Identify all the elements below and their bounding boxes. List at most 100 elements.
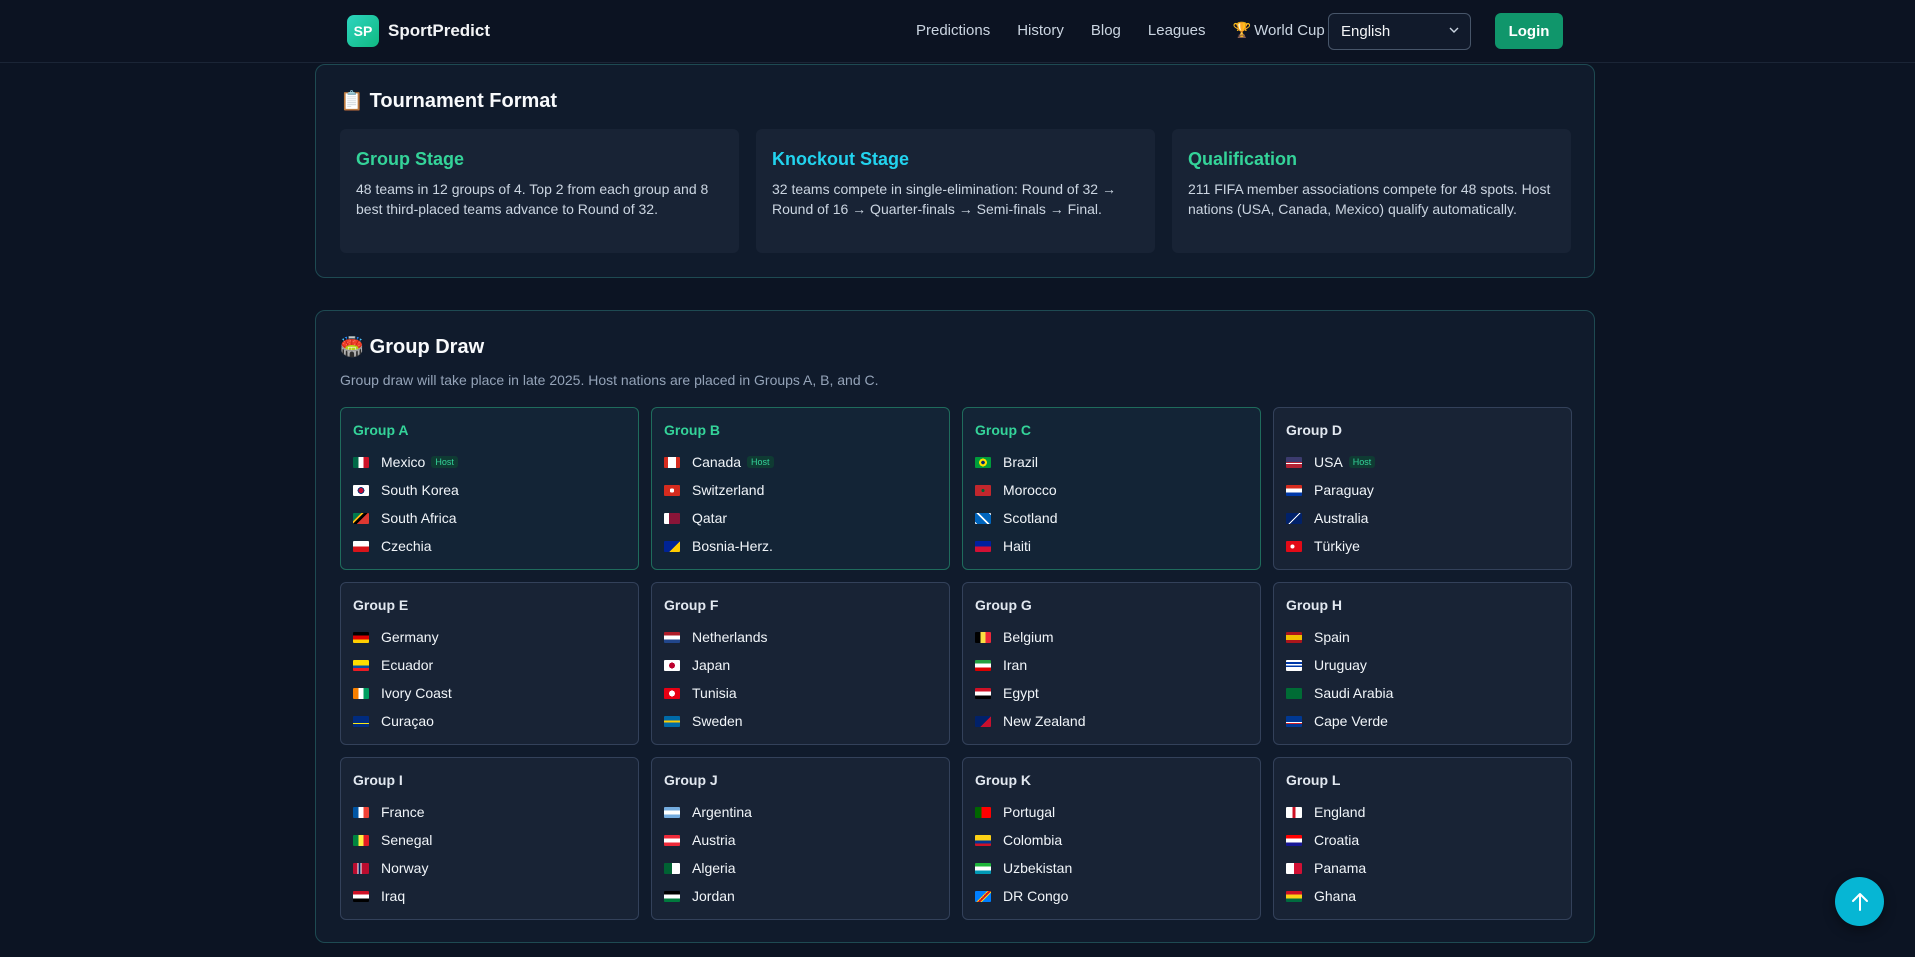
flag-icon: [975, 834, 991, 846]
group-name: Group G: [975, 597, 1032, 613]
team-name: South Africa: [381, 510, 457, 526]
team-name: France: [381, 804, 425, 820]
group-card-i: Group I France Senegal Norway Iraq: [340, 757, 639, 920]
team-row: Belgium: [975, 623, 1248, 651]
team-row: Australia: [1286, 504, 1559, 532]
team-name: Canada: [692, 454, 742, 470]
main-nav: Predictions History Blog Leagues 🏆 World …: [916, 21, 1352, 40]
group-draw-panel: 🏟️ Group Draw Group draw will take place…: [315, 310, 1595, 943]
flag-icon: [975, 715, 991, 727]
group-stage-title: Group Stage: [356, 149, 465, 169]
nav-world-cup[interactable]: 🏆 World Cup: [1232, 21, 1324, 39]
knockout-stage-text: 32 teams compete in single-elimination: …: [772, 181, 1116, 217]
team-name: Netherlands: [692, 629, 768, 645]
flag-icon: [975, 631, 991, 643]
team-name: Mexico: [381, 454, 426, 470]
flag-icon: [975, 484, 991, 496]
flag-icon: [353, 715, 369, 727]
flag-icon: [353, 890, 369, 902]
group-card-k: Group K Portugal Colombia Uzbekistan DR Cong…: [962, 757, 1261, 920]
team-row: Haiti: [975, 532, 1248, 560]
team-name: Senegal: [381, 832, 433, 848]
group-card-l: Group L England Croatia Panama Ghana: [1273, 757, 1572, 920]
team-name: Ivory Coast: [381, 685, 452, 701]
flag-icon: [1286, 456, 1302, 468]
team-name: Croatia: [1314, 832, 1360, 848]
group-name: Group I: [353, 772, 403, 788]
host-badge: Host: [1348, 456, 1376, 468]
team-row: Jordan: [664, 882, 937, 910]
language-select[interactable]: English: [1328, 13, 1471, 50]
team-name: DR Congo: [1003, 888, 1069, 904]
flag-icon: [664, 484, 680, 496]
qualification-card: Qualification 211 FIFA member associatio…: [1172, 129, 1571, 253]
team-row: Cape Verde: [1286, 707, 1559, 735]
team-row: Paraguay: [1286, 476, 1559, 504]
group-name: Group A: [353, 422, 409, 438]
team-row: Ecuador: [353, 651, 626, 679]
knockout-stage-card: Knockout Stage 32 teams compete in singl…: [756, 129, 1155, 253]
clipboard-icon: 📋: [340, 91, 364, 112]
team-row: Mexico Host: [353, 448, 626, 476]
group-draw-heading: 🏟️ Group Draw: [340, 335, 484, 359]
flag-icon: [975, 806, 991, 818]
team-row: Scotland: [975, 504, 1248, 532]
flag-icon: [975, 456, 991, 468]
nav-world-cup-label: World Cup: [1254, 22, 1325, 39]
flag-icon: [664, 659, 680, 671]
flag-icon: [353, 484, 369, 496]
logo-badge: SP: [347, 15, 379, 47]
team-name: Uruguay: [1314, 657, 1367, 673]
team-row: Ghana: [1286, 882, 1559, 910]
flag-icon: [353, 834, 369, 846]
flag-icon: [664, 862, 680, 874]
group-name: Group C: [975, 422, 1031, 438]
team-name: Tunisia: [692, 685, 737, 701]
language-select-value: English: [1341, 23, 1391, 40]
tournament-format-panel: 📋 Tournament Format Group Stage 48 teams…: [315, 64, 1595, 278]
team-row: Brazil: [975, 448, 1248, 476]
team-row: USA Host: [1286, 448, 1559, 476]
group-draw-subtitle: Group draw will take place in late 2025.…: [340, 372, 879, 388]
team-name: Egypt: [1003, 685, 1039, 701]
team-row: Portugal: [975, 798, 1248, 826]
scroll-to-top-button[interactable]: [1835, 877, 1884, 926]
flag-icon: [353, 659, 369, 671]
flag-icon: [1286, 659, 1302, 671]
team-row: Saudi Arabia: [1286, 679, 1559, 707]
team-row: England: [1286, 798, 1559, 826]
nav-predictions[interactable]: Predictions: [916, 22, 990, 39]
team-name: South Korea: [381, 482, 459, 498]
group-name: Group L: [1286, 772, 1341, 788]
logo[interactable]: SP SportPredict: [347, 15, 490, 47]
team-row: Japan: [664, 651, 937, 679]
flag-icon: [664, 540, 680, 552]
flag-icon: [353, 512, 369, 524]
team-row: Panama: [1286, 854, 1559, 882]
team-name: Spain: [1314, 629, 1350, 645]
nav-leagues[interactable]: Leagues: [1148, 22, 1206, 39]
flag-icon: [353, 862, 369, 874]
team-row: Czechia: [353, 532, 626, 560]
team-row: Uzbekistan: [975, 854, 1248, 882]
team-row: Netherlands: [664, 623, 937, 651]
flag-icon: [1286, 484, 1302, 496]
login-button[interactable]: Login: [1495, 13, 1563, 49]
team-row: Bosnia-Herz.: [664, 532, 937, 560]
team-name: USA: [1314, 454, 1343, 470]
flag-icon: [353, 456, 369, 468]
team-row: DR Congo: [975, 882, 1248, 910]
flag-icon: [1286, 834, 1302, 846]
team-name: Morocco: [1003, 482, 1057, 498]
team-row: Egypt: [975, 679, 1248, 707]
group-card-d: Group D USA Host Paraguay Australia Türkiye: [1273, 407, 1572, 570]
team-name: Scotland: [1003, 510, 1058, 526]
team-name: Colombia: [1003, 832, 1063, 848]
team-row: Senegal: [353, 826, 626, 854]
team-name: Haiti: [1003, 538, 1032, 554]
group-card-e: Group E Germany Ecuador Ivory Coast Curaçao: [340, 582, 639, 745]
nav-history[interactable]: History: [1017, 22, 1064, 39]
nav-blog[interactable]: Blog: [1091, 22, 1121, 39]
flag-icon: [1286, 631, 1302, 643]
team-row: Tunisia: [664, 679, 937, 707]
